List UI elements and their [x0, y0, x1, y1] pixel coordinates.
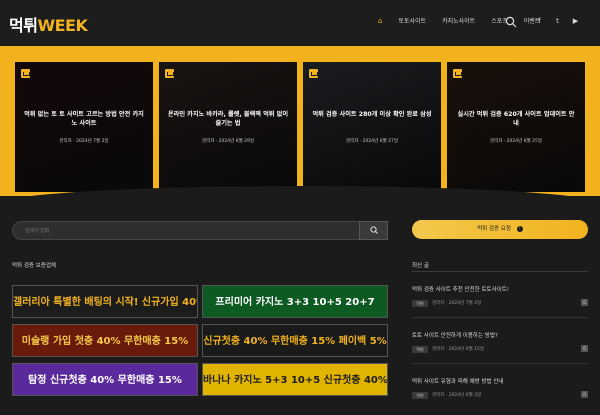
post-item: 토토 사이트 안전하게 이용하는 방법? 먹튀 관리자 · 2024년 6월 1… [412, 331, 588, 369]
facebook-icon[interactable]: f [535, 17, 544, 26]
post-category-tag[interactable]: 먹튀 [412, 300, 428, 307]
partner-banner[interactable]: 미슐랭 가입 첫충 40% 무한매충 15% [12, 324, 198, 357]
partner-banner[interactable]: 신규첫충 40% 무한매충 15% 페이백 5% [202, 324, 388, 357]
post-title[interactable]: 토토 사이트 안전하게 이용하는 방법? [412, 331, 498, 339]
post-meta: 관리자 · 2024년 6월 15일 [432, 347, 485, 352]
partner-banner[interactable]: 탐정 신규첫충 40% 무한매충 15% [12, 363, 198, 396]
partner-banner[interactable]: 프리미어 카지노 3+3 10+5 20+7 [202, 285, 388, 318]
partner-banner-text: 갤러리아 특별한 배팅의 시작! 신규가입 40% [13, 297, 198, 308]
comment-count-badge[interactable]: 0 [581, 391, 588, 398]
featured-card-meta: 관리자 · 2024년 7월 2일 [59, 139, 109, 144]
comment-count-badge[interactable]: 0 [581, 299, 588, 306]
partner-banner[interactable]: 바나나 카지노 5+3 10+5 신규첫충 40% [202, 363, 388, 396]
featured-card-title[interactable]: 먹튀 없는 토 토 사이트 고르는 방법 안전 카지노 사이트 [23, 110, 145, 128]
comment-count-badge[interactable]: 0 [581, 345, 588, 352]
featured-card-meta: 관리자 · 2024년 6월 29일 [201, 139, 255, 144]
verify-request-button[interactable]: 먹튀 검증 요청 i [412, 220, 588, 239]
post-category-tag[interactable]: 먹튀 [412, 346, 428, 353]
partner-banner-text: 미슐랭 가입 첫충 40% 무한매충 15% [21, 336, 189, 347]
post-item: 먹튀 사이트 유형과 피해 예방 방법 안내 먹튀 관리자 · 2024년 6월… [412, 377, 588, 415]
featured-card-meta: 관리자 · 2024년 6월 27일 [345, 139, 399, 144]
partner-banner[interactable]: 갤러리아 특별한 배팅의 시작! 신규가입 40% [12, 285, 198, 318]
nav-item-toto[interactable]: 토토사이트 [398, 16, 426, 25]
twitter-icon[interactable]: t [553, 17, 562, 26]
partner-banner-text: 신규첫충 40% 무한매충 15% 페이백 5% [203, 336, 387, 347]
post-title[interactable]: 먹튀 사이트 유형과 피해 예방 방법 안내 [412, 377, 503, 385]
search-icon[interactable] [505, 16, 517, 28]
post-category-tag[interactable]: 먹튀 [412, 392, 428, 399]
category-badge-icon [453, 69, 462, 78]
site-logo[interactable]: 먹튀WEEK [9, 12, 88, 36]
featured-card[interactable]: 먹튀 검증 사이트 280개 이상 확인 완료 삼성 관리자 · 2024년 6… [303, 62, 441, 192]
partner-banner-text: 프리미어 카지노 3+3 10+5 20+7 [215, 297, 375, 308]
search-button[interactable] [359, 221, 388, 240]
search-bar [12, 221, 388, 240]
post-item: 먹튀 검증 사이트 추천 안전한 토토사이트! 먹튀 관리자 · 2024년 7… [412, 285, 588, 323]
search-icon [370, 226, 378, 234]
info-icon: i [516, 225, 523, 232]
site-header: 먹튀WEEK ⌂ 토토사이트 카지노사이트 스포츠 이벤트 f t ▶ [0, 0, 600, 46]
nav-home-icon[interactable]: ⌂ [378, 17, 382, 25]
featured-card-title[interactable]: 온라인 카지노 바카라, 룰렛, 블랙잭 먹튀 없이 즐기는 법 [167, 110, 289, 128]
search-input[interactable] [13, 222, 359, 239]
category-badge-icon [21, 69, 30, 78]
featured-card-meta: 관리자 · 2024년 6월 25일 [489, 139, 543, 144]
partner-banner-text: 탐정 신규첫충 40% 무한매충 15% [28, 375, 182, 386]
post-meta: 관리자 · 2024년 6월 3일 [432, 393, 482, 398]
partner-banner-text: 바나나 카지노 5+3 10+5 신규첫충 40% [203, 375, 388, 386]
partners-heading: 먹튀 검증 보증업체 [12, 263, 56, 269]
category-badge-icon [165, 69, 174, 78]
post-meta: 관리자 · 2024년 7월 4일 [432, 301, 482, 306]
featured-card[interactable]: 실시간 먹튀 검증 620개 사이트 업데이트 안내 관리자 · 2024년 6… [447, 62, 585, 192]
main-nav: ⌂ 토토사이트 카지노사이트 스포츠 이벤트 [378, 16, 556, 26]
featured-card-title[interactable]: 실시간 먹튀 검증 620개 사이트 업데이트 안내 [455, 110, 577, 128]
featured-card[interactable]: 먹튀 없는 토 토 사이트 고르는 방법 안전 카지노 사이트 관리자 · 20… [15, 62, 153, 192]
youtube-icon[interactable]: ▶ [571, 17, 580, 26]
category-badge-icon [309, 69, 318, 78]
nav-item-casino[interactable]: 카지노사이트 [442, 16, 475, 25]
latest-posts-heading: 최신 글 [412, 263, 429, 269]
featured-card-title[interactable]: 먹튀 검증 사이트 280개 이상 확인 완료 삼성 [311, 110, 433, 119]
post-title[interactable]: 먹튀 검증 사이트 추천 안전한 토토사이트! [412, 285, 509, 293]
featured-card[interactable]: 온라인 카지노 바카라, 룰렛, 블랙잭 먹튀 없이 즐기는 법 관리자 · 2… [159, 62, 297, 192]
